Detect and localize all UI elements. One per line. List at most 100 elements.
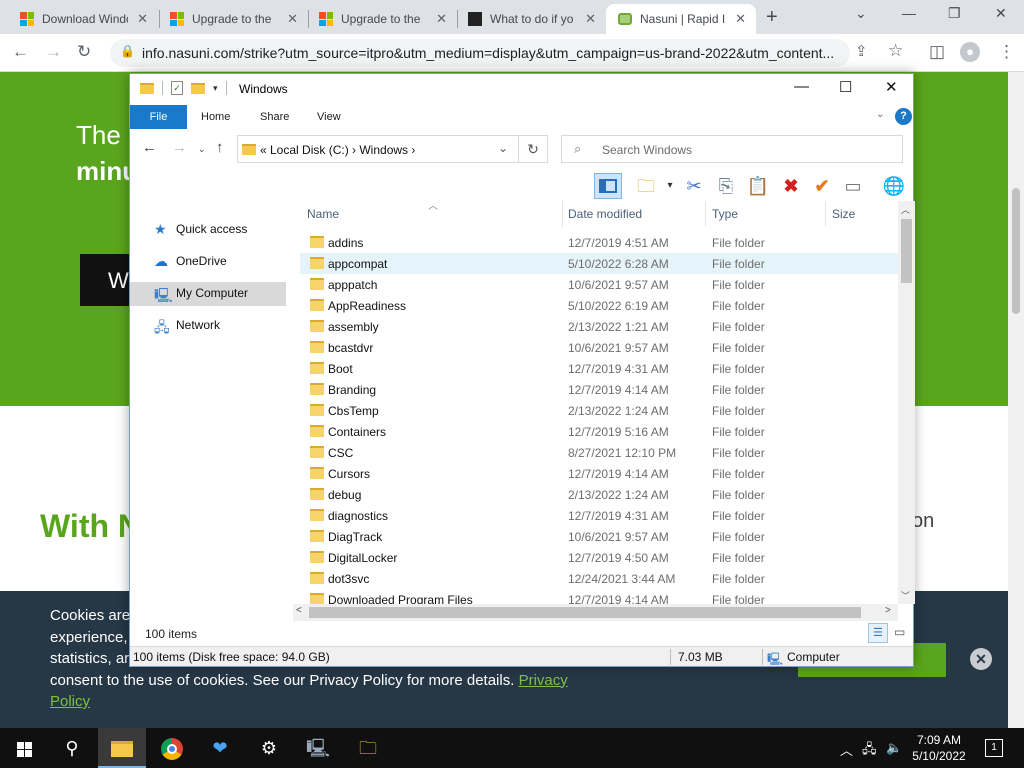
- search-box[interactable]: ⌕ Search Windows: [561, 135, 903, 163]
- privacy-policy-link[interactable]: Policy: [50, 693, 90, 710]
- file-row[interactable]: AppReadiness 5/10/2022 6:19 AM File folder: [300, 295, 898, 316]
- network-status-icon[interactable]: 🖧: [862, 740, 877, 762]
- scroll-left-arrow-icon[interactable]: <: [296, 605, 302, 616]
- system-clock[interactable]: 7:09 AM 5/10/2022: [906, 732, 972, 764]
- close-cookie-icon[interactable]: ✕: [970, 648, 992, 670]
- column-divider[interactable]: [705, 201, 706, 227]
- back-arrow-icon[interactable]: ←: [12, 42, 29, 62]
- help-icon[interactable]: ?: [895, 108, 912, 125]
- file-name[interactable]: assembly: [328, 320, 379, 334]
- nav-item-quick-access[interactable]: ★ Quick access: [130, 218, 286, 242]
- chrome-taskbar-button[interactable]: [148, 728, 196, 768]
- file-name[interactable]: Containers: [328, 425, 386, 439]
- file-row[interactable]: diagnostics 12/7/2019 4:31 AM File folder: [300, 505, 898, 526]
- file-name[interactable]: DiagTrack: [328, 530, 382, 544]
- file-row[interactable]: Boot 12/7/2019 4:31 AM File folder: [300, 358, 898, 379]
- file-name[interactable]: Boot: [328, 362, 353, 376]
- file-name[interactable]: dot3svc: [328, 572, 369, 586]
- file-row[interactable]: Containers 12/7/2019 5:16 AM File folder: [300, 421, 898, 442]
- file-name[interactable]: CSC: [328, 446, 353, 460]
- close-button[interactable]: ✕: [885, 78, 898, 96]
- minimize-button[interactable]: —: [902, 5, 916, 21]
- preview-pane-button[interactable]: [594, 173, 622, 199]
- bookmark-star-icon[interactable]: ☆: [888, 41, 903, 61]
- file-row[interactable]: DiagTrack 10/6/2021 9:57 AM File folder: [300, 526, 898, 547]
- expand-ribbon-chevron-icon[interactable]: ⌄: [876, 109, 884, 120]
- column-header-type[interactable]: Type: [712, 207, 738, 221]
- file-row[interactable]: Downloaded Program Files 12/7/2019 4:14 A…: [300, 589, 898, 604]
- large-icons-view-button[interactable]: ▭: [890, 623, 910, 643]
- file-row[interactable]: debug 2/13/2022 1:24 AM File folder: [300, 484, 898, 505]
- notification-center-button[interactable]: 1: [985, 739, 1003, 757]
- minimize-button[interactable]: —: [794, 78, 809, 95]
- column-header-date[interactable]: Date modified: [568, 207, 642, 221]
- details-view-button[interactable]: ☰: [868, 623, 888, 643]
- health-monitor-taskbar-button[interactable]: ❤: [196, 728, 244, 768]
- close-window-button[interactable]: ✕: [995, 5, 1007, 22]
- start-button[interactable]: [0, 728, 48, 768]
- horizontal-scroll-thumb[interactable]: [309, 607, 861, 618]
- globe-button[interactable]: 🌐: [880, 173, 908, 199]
- vertical-scrollbar[interactable]: ︿ ﹀: [898, 201, 915, 604]
- page-scroll-thumb[interactable]: [1012, 188, 1020, 314]
- file-name[interactable]: CbsTemp: [328, 404, 379, 418]
- up-arrow-icon[interactable]: ↑: [216, 139, 224, 156]
- forward-arrow-icon[interactable]: →: [172, 139, 187, 156]
- profile-avatar-icon[interactable]: ●: [960, 42, 980, 62]
- search-button[interactable]: ⚲: [48, 728, 96, 768]
- close-tab-icon[interactable]: ✕: [735, 11, 746, 27]
- breadcrumb-path[interactable]: « Local Disk (C:) › Windows ›: [260, 143, 415, 157]
- file-name[interactable]: DigitalLocker: [328, 551, 397, 565]
- horizontal-scrollbar[interactable]: < >: [293, 604, 898, 621]
- properties-icon[interactable]: ✓: [171, 81, 183, 95]
- close-tab-icon[interactable]: ✕: [436, 11, 447, 27]
- back-arrow-icon[interactable]: ←: [142, 139, 157, 156]
- nav-item-my-computer[interactable]: 🖳 My Computer: [130, 282, 286, 306]
- privacy-policy-link[interactable]: Privacy: [519, 672, 568, 689]
- nav-item-network[interactable]: 🖧 Network: [130, 314, 286, 338]
- tab-view[interactable]: View: [317, 111, 341, 123]
- path-dropdown-chevron-icon[interactable]: ⌄: [498, 141, 508, 155]
- settings-taskbar-button[interactable]: ⚙: [245, 728, 293, 768]
- file-name[interactable]: Downloaded Program Files: [328, 593, 473, 604]
- recent-locations-chevron-icon[interactable]: ⌄: [198, 144, 206, 155]
- close-tab-icon[interactable]: ✕: [137, 11, 148, 27]
- close-tab-icon[interactable]: ✕: [585, 11, 596, 27]
- tab-file[interactable]: File: [130, 105, 187, 129]
- file-name[interactable]: debug: [328, 488, 361, 502]
- scroll-up-arrow-icon[interactable]: ︿: [901, 203, 910, 216]
- file-name[interactable]: Cursors: [328, 467, 370, 481]
- more-menu-icon[interactable]: ⋮: [998, 42, 1015, 62]
- column-header-name[interactable]: Name: [307, 207, 339, 221]
- file-name[interactable]: Branding: [328, 383, 376, 397]
- forward-arrow-icon[interactable]: →: [45, 42, 62, 62]
- browser-tab[interactable]: Upgrade to the ✕: [307, 4, 457, 34]
- tab-home[interactable]: Home: [201, 111, 230, 123]
- volume-icon[interactable]: 🔈: [886, 740, 902, 756]
- file-row[interactable]: Cursors 12/7/2019 4:14 AM File folder: [300, 463, 898, 484]
- reload-icon[interactable]: ↻: [77, 42, 91, 62]
- scroll-down-arrow-icon[interactable]: ﹀: [901, 589, 910, 602]
- cut-button[interactable]: ✂: [680, 173, 708, 199]
- nav-item-onedrive[interactable]: ☁ OneDrive: [130, 250, 286, 274]
- search-input[interactable]: Search Windows: [602, 143, 692, 157]
- url-text[interactable]: info.nasuni.com/strike?utm_source=itpro&…: [142, 45, 834, 61]
- new-folder-icon[interactable]: [191, 82, 205, 94]
- file-row[interactable]: appcompat 5/10/2022 6:28 AM File folder: [300, 253, 898, 274]
- browser-tab[interactable]: Download Windo ✕: [8, 4, 158, 34]
- file-row[interactable]: CbsTemp 2/13/2022 1:24 AM File folder: [300, 400, 898, 421]
- file-name[interactable]: AppReadiness: [328, 299, 406, 313]
- file-row[interactable]: dot3svc 12/24/2021 3:44 AM File folder: [300, 568, 898, 589]
- file-explorer-taskbar-button[interactable]: [98, 728, 146, 768]
- file-name[interactable]: addins: [328, 236, 363, 250]
- tab-share[interactable]: Share: [260, 111, 289, 123]
- file-row[interactable]: DigitalLocker 12/7/2019 4:50 AM File folde…: [300, 547, 898, 568]
- column-header-size[interactable]: Size: [832, 207, 855, 221]
- maximize-button[interactable]: ☐: [839, 78, 852, 96]
- scroll-right-arrow-icon[interactable]: >: [885, 605, 891, 616]
- address-bar[interactable]: 🔒 info.nasuni.com/strike?utm_source=itpr…: [110, 39, 903, 67]
- file-name[interactable]: diagnostics: [328, 509, 388, 523]
- file-row[interactable]: assembly 2/13/2022 1:21 AM File folder: [300, 316, 898, 337]
- file-row[interactable]: CSC 8/27/2021 12:10 PM File folder: [300, 442, 898, 463]
- browser-tab[interactable]: What to do if yo ✕: [456, 4, 606, 34]
